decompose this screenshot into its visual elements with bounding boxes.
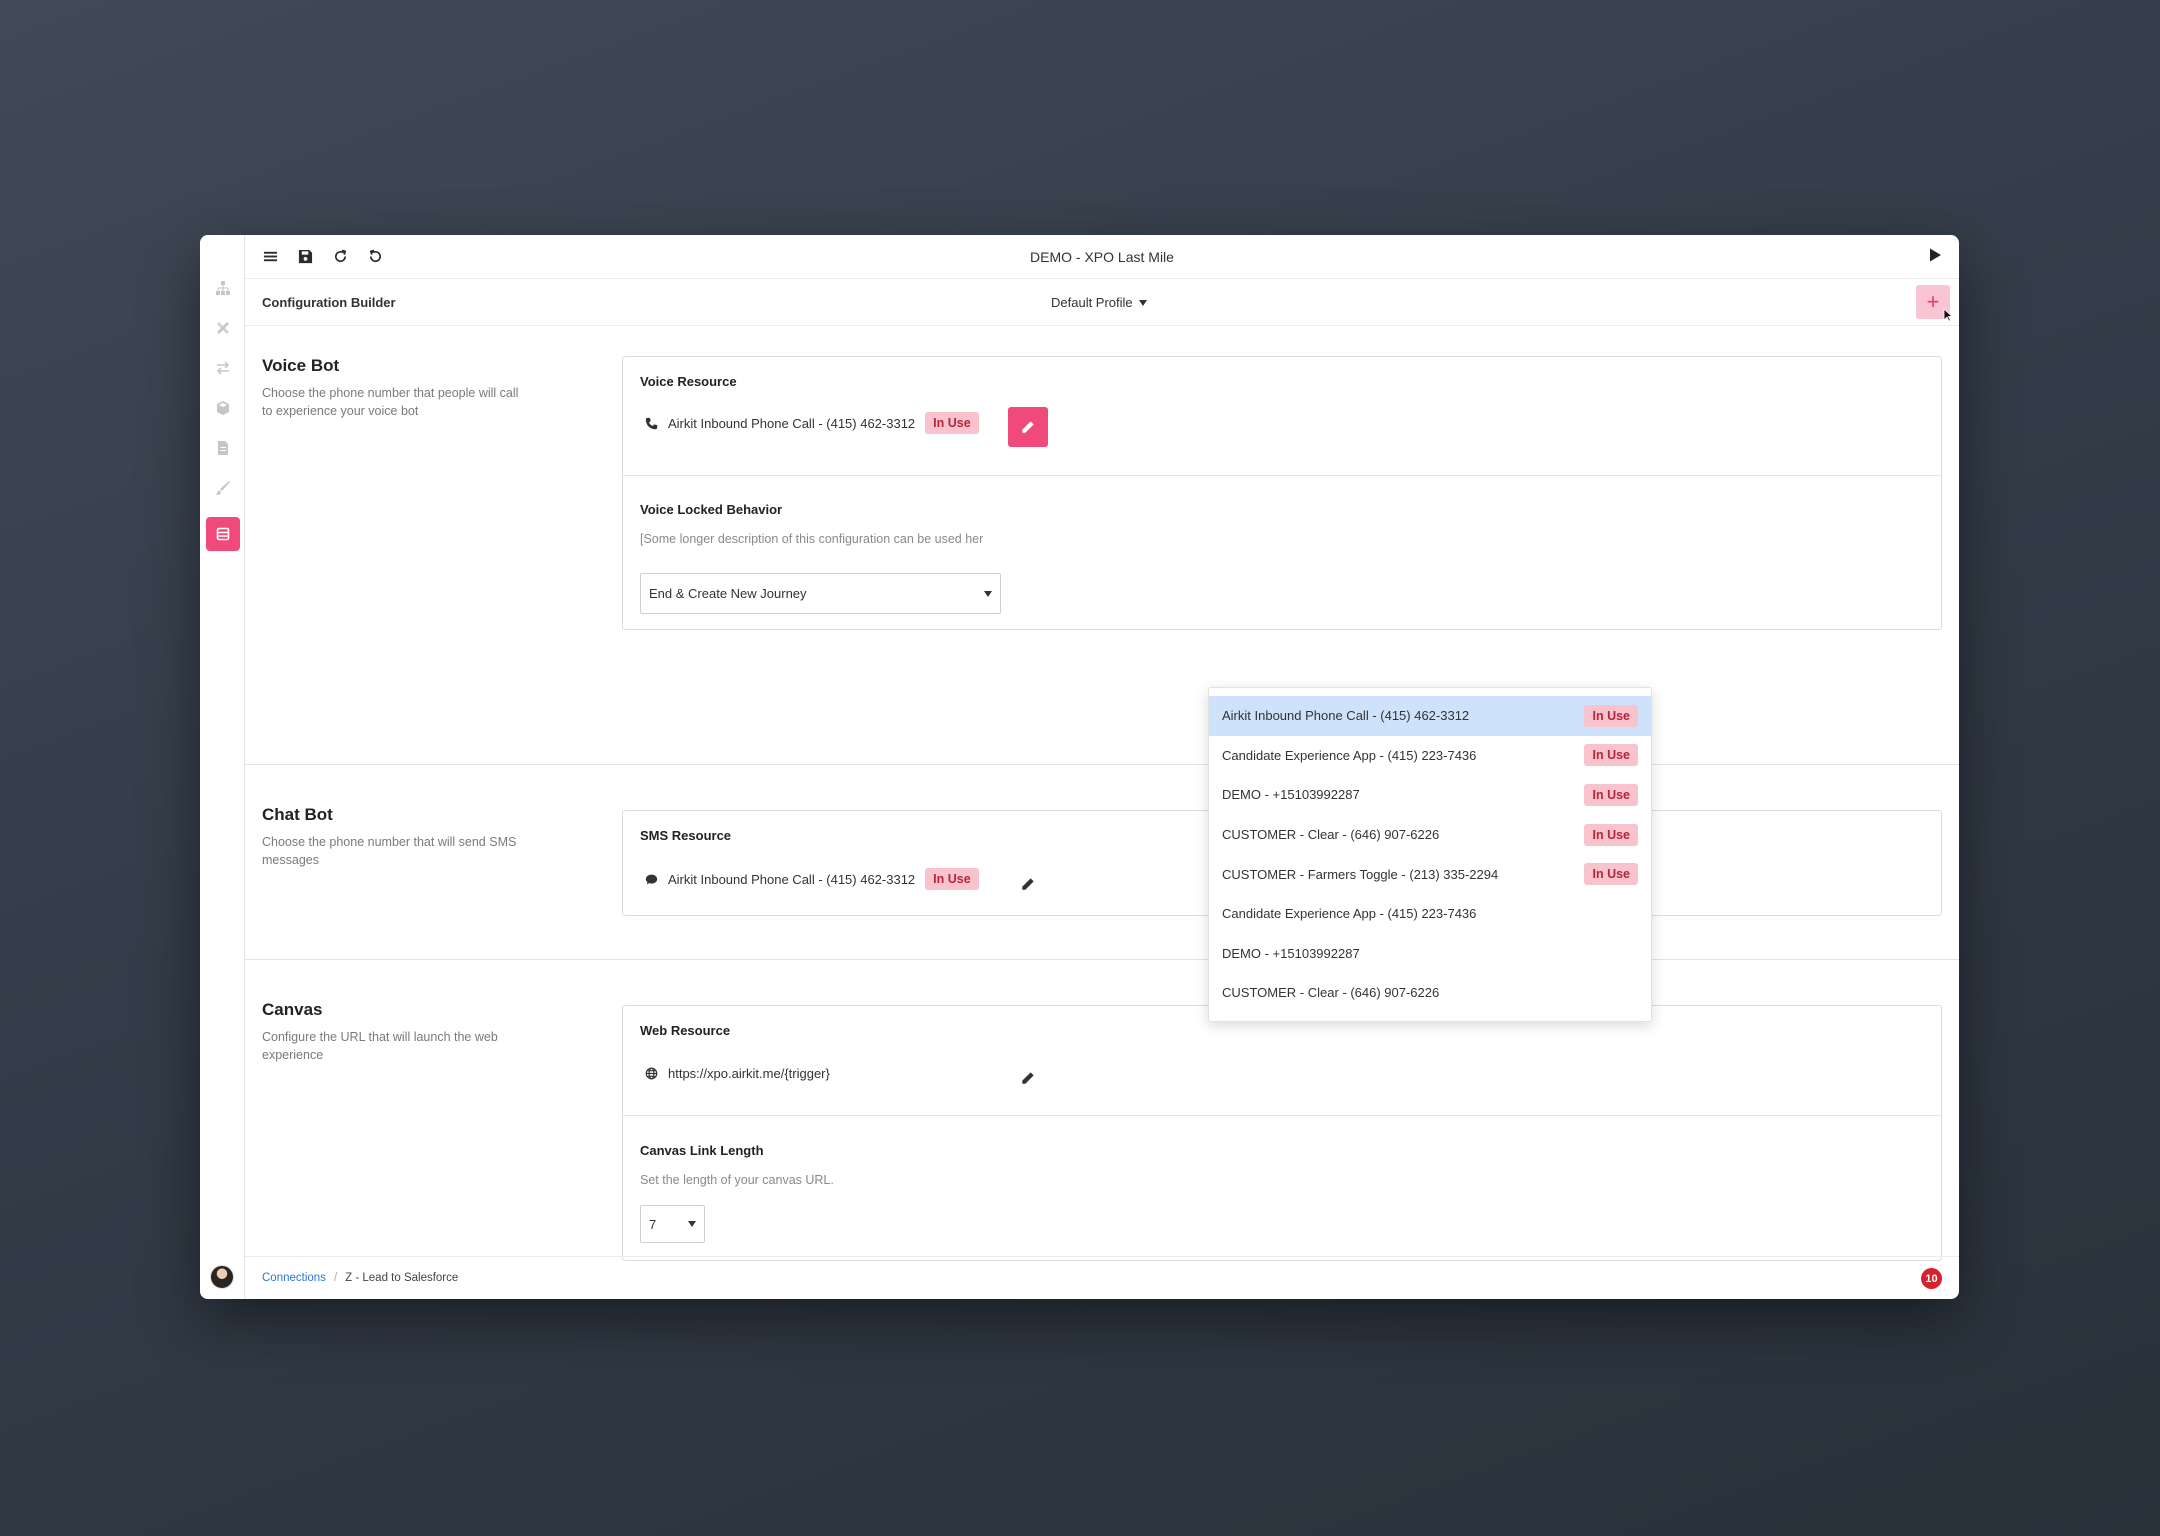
tools-icon[interactable]: [206, 311, 240, 345]
mouse-cursor-icon: [1943, 308, 1953, 322]
web-resource-row: https://xpo.airkit.me/{trigger}: [645, 1066, 830, 1081]
avatar[interactable]: [210, 1265, 234, 1289]
breadcrumb-current: Z - Lead to Salesforce: [345, 1272, 459, 1284]
voice-locked-behavior-select[interactable]: End & Create New Journey: [640, 573, 1001, 614]
edit-sms-resource-button[interactable]: [1008, 864, 1048, 904]
option-label: CUSTOMER - Clear - (646) 907-6226: [1222, 827, 1440, 843]
sitemap-icon[interactable]: [206, 271, 240, 305]
menu-icon[interactable]: [260, 246, 281, 267]
card-divider: [623, 1115, 1941, 1116]
status-badge: In Use: [1584, 744, 1638, 767]
dropdown-option[interactable]: DEMO - +15103992287: [1209, 934, 1651, 974]
dropdown-option[interactable]: Candidate Experience App - (415) 223-743…: [1209, 736, 1651, 776]
edit-web-resource-button[interactable]: [1008, 1058, 1048, 1098]
section-description: Choose the phone number that will send S…: [262, 835, 517, 867]
select-value: End & Create New Journey: [649, 586, 807, 601]
profile-label: Default Profile: [1051, 295, 1133, 310]
resource-value: Airkit Inbound Phone Call - (415) 462-33…: [668, 415, 916, 431]
undo-icon[interactable]: [365, 246, 386, 267]
sms-resource-row: Airkit Inbound Phone Call - (415) 462-33…: [645, 868, 979, 890]
section-description: Configure the URL that will launch the w…: [262, 1030, 498, 1062]
phone-icon: [645, 417, 658, 429]
edit-voice-resource-button[interactable]: [1008, 407, 1048, 447]
cube-icon[interactable]: [206, 391, 240, 425]
canvas-section: Canvas Configure the URL that will launc…: [245, 960, 1959, 1299]
card-help: [Some longer description of this configu…: [640, 532, 984, 546]
save-icon[interactable]: [295, 246, 316, 267]
chat-bot-section: Chat Bot Choose the phone number that wi…: [245, 765, 1959, 960]
option-label: CUSTOMER - Clear - (646) 907-6226: [1222, 985, 1440, 1001]
pencil-icon: [1022, 1072, 1034, 1084]
chevron-down-icon: [688, 1221, 696, 1227]
document-title: DEMO - XPO Last Mile: [1030, 248, 1174, 265]
voice-bot-section: Voice Bot Choose the phone number that p…: [245, 326, 1959, 765]
card-divider: [623, 475, 1941, 476]
exchange-icon[interactable]: [206, 351, 240, 385]
card-label: Voice Resource: [640, 374, 737, 389]
card-label: Canvas Link Length: [640, 1143, 764, 1158]
breadcrumb: Connections / Z - Lead to Salesforce: [262, 1272, 458, 1284]
option-label: CUSTOMER - Farmers Toggle - (213) 335-22…: [1222, 866, 1499, 882]
dropdown-option[interactable]: CUSTOMER - Clear - (646) 907-6226: [1209, 973, 1651, 1013]
status-bar: Connections / Z - Lead to Salesforce 10: [245, 1256, 1959, 1299]
dropdown-option[interactable]: Airkit Inbound Phone Call - (415) 462-33…: [1209, 696, 1651, 736]
resource-value: Airkit Inbound Phone Call - (415) 462-33…: [668, 871, 916, 887]
dropdown-option[interactable]: CUSTOMER - Clear - (646) 907-6226 In Use: [1209, 815, 1651, 855]
status-badge: In Use: [1584, 783, 1638, 806]
voice-resource-card: Voice Resource Airkit Inbound Phone Call…: [622, 356, 1942, 630]
status-badge: In Use: [1584, 823, 1638, 846]
notification-badge[interactable]: 10: [1921, 1268, 1942, 1289]
breadcrumb-separator: /: [333, 1272, 338, 1284]
section-description: Choose the phone number that people will…: [262, 386, 519, 418]
card-label: Voice Locked Behavior: [640, 502, 783, 517]
page-title: Configuration Builder: [262, 295, 396, 310]
section-title: Chat Bot: [262, 805, 333, 824]
option-label: Airkit Inbound Phone Call - (415) 462-33…: [1222, 708, 1470, 724]
voice-resource-dropdown: Airkit Inbound Phone Call - (415) 462-33…: [1208, 687, 1652, 1022]
dropdown-option[interactable]: CUSTOMER - Farmers Toggle - (213) 335-22…: [1209, 854, 1651, 894]
status-badge: In Use: [1584, 704, 1638, 727]
sidebar: [200, 235, 245, 1299]
dropdown-option[interactable]: DEMO - +15103992287 In Use: [1209, 775, 1651, 815]
card-help: Set the length of your canvas URL.: [640, 1173, 834, 1187]
pencil-icon: [1022, 421, 1034, 433]
brush-icon[interactable]: [206, 471, 240, 505]
main-content: Voice Bot Choose the phone number that p…: [245, 326, 1959, 1261]
voice-resource-row: Airkit Inbound Phone Call - (415) 462-33…: [645, 412, 979, 434]
option-label: DEMO - +15103992287: [1222, 945, 1360, 961]
status-badge: In Use: [1584, 863, 1638, 886]
resource-value: https://xpo.airkit.me/{trigger}: [668, 1066, 830, 1081]
subheader: Configuration Builder Default Profile +: [245, 279, 1959, 326]
chevron-down-icon: [1138, 299, 1147, 306]
file-icon[interactable]: [206, 431, 240, 465]
option-label: Candidate Experience App - (415) 223-743…: [1222, 747, 1477, 763]
web-resource-card: Web Resource https://xpo.airkit.me/{trig…: [622, 1005, 1942, 1261]
section-title: Voice Bot: [262, 356, 340, 375]
canvas-link-length-select[interactable]: 7: [640, 1205, 705, 1243]
app-window: DEMO - XPO Last Mile Configuration Build…: [200, 235, 1959, 1299]
card-label: SMS Resource: [640, 828, 732, 843]
dropdown-option[interactable]: Candidate Experience App - (415) 223-743…: [1209, 894, 1651, 934]
redo-icon[interactable]: [330, 246, 351, 267]
pencil-icon: [1022, 878, 1034, 890]
breadcrumb-link-connections[interactable]: Connections: [262, 1272, 326, 1284]
chat-icon: [645, 874, 658, 884]
status-badge: In Use: [925, 412, 979, 434]
play-icon[interactable]: [1927, 247, 1947, 267]
globe-icon: [645, 1067, 658, 1080]
section-title: Canvas: [262, 1000, 323, 1019]
select-value: 7: [649, 1216, 657, 1232]
chevron-down-icon: [984, 590, 992, 597]
top-toolbar: DEMO - XPO Last Mile: [245, 235, 1959, 279]
status-badge: In Use: [925, 868, 979, 890]
option-label: DEMO - +15103992287: [1222, 787, 1360, 803]
card-label: Web Resource: [640, 1023, 731, 1038]
database-icon[interactable]: [206, 517, 240, 551]
option-label: Candidate Experience App - (415) 223-743…: [1222, 906, 1477, 922]
profile-select[interactable]: Default Profile: [1051, 295, 1147, 310]
